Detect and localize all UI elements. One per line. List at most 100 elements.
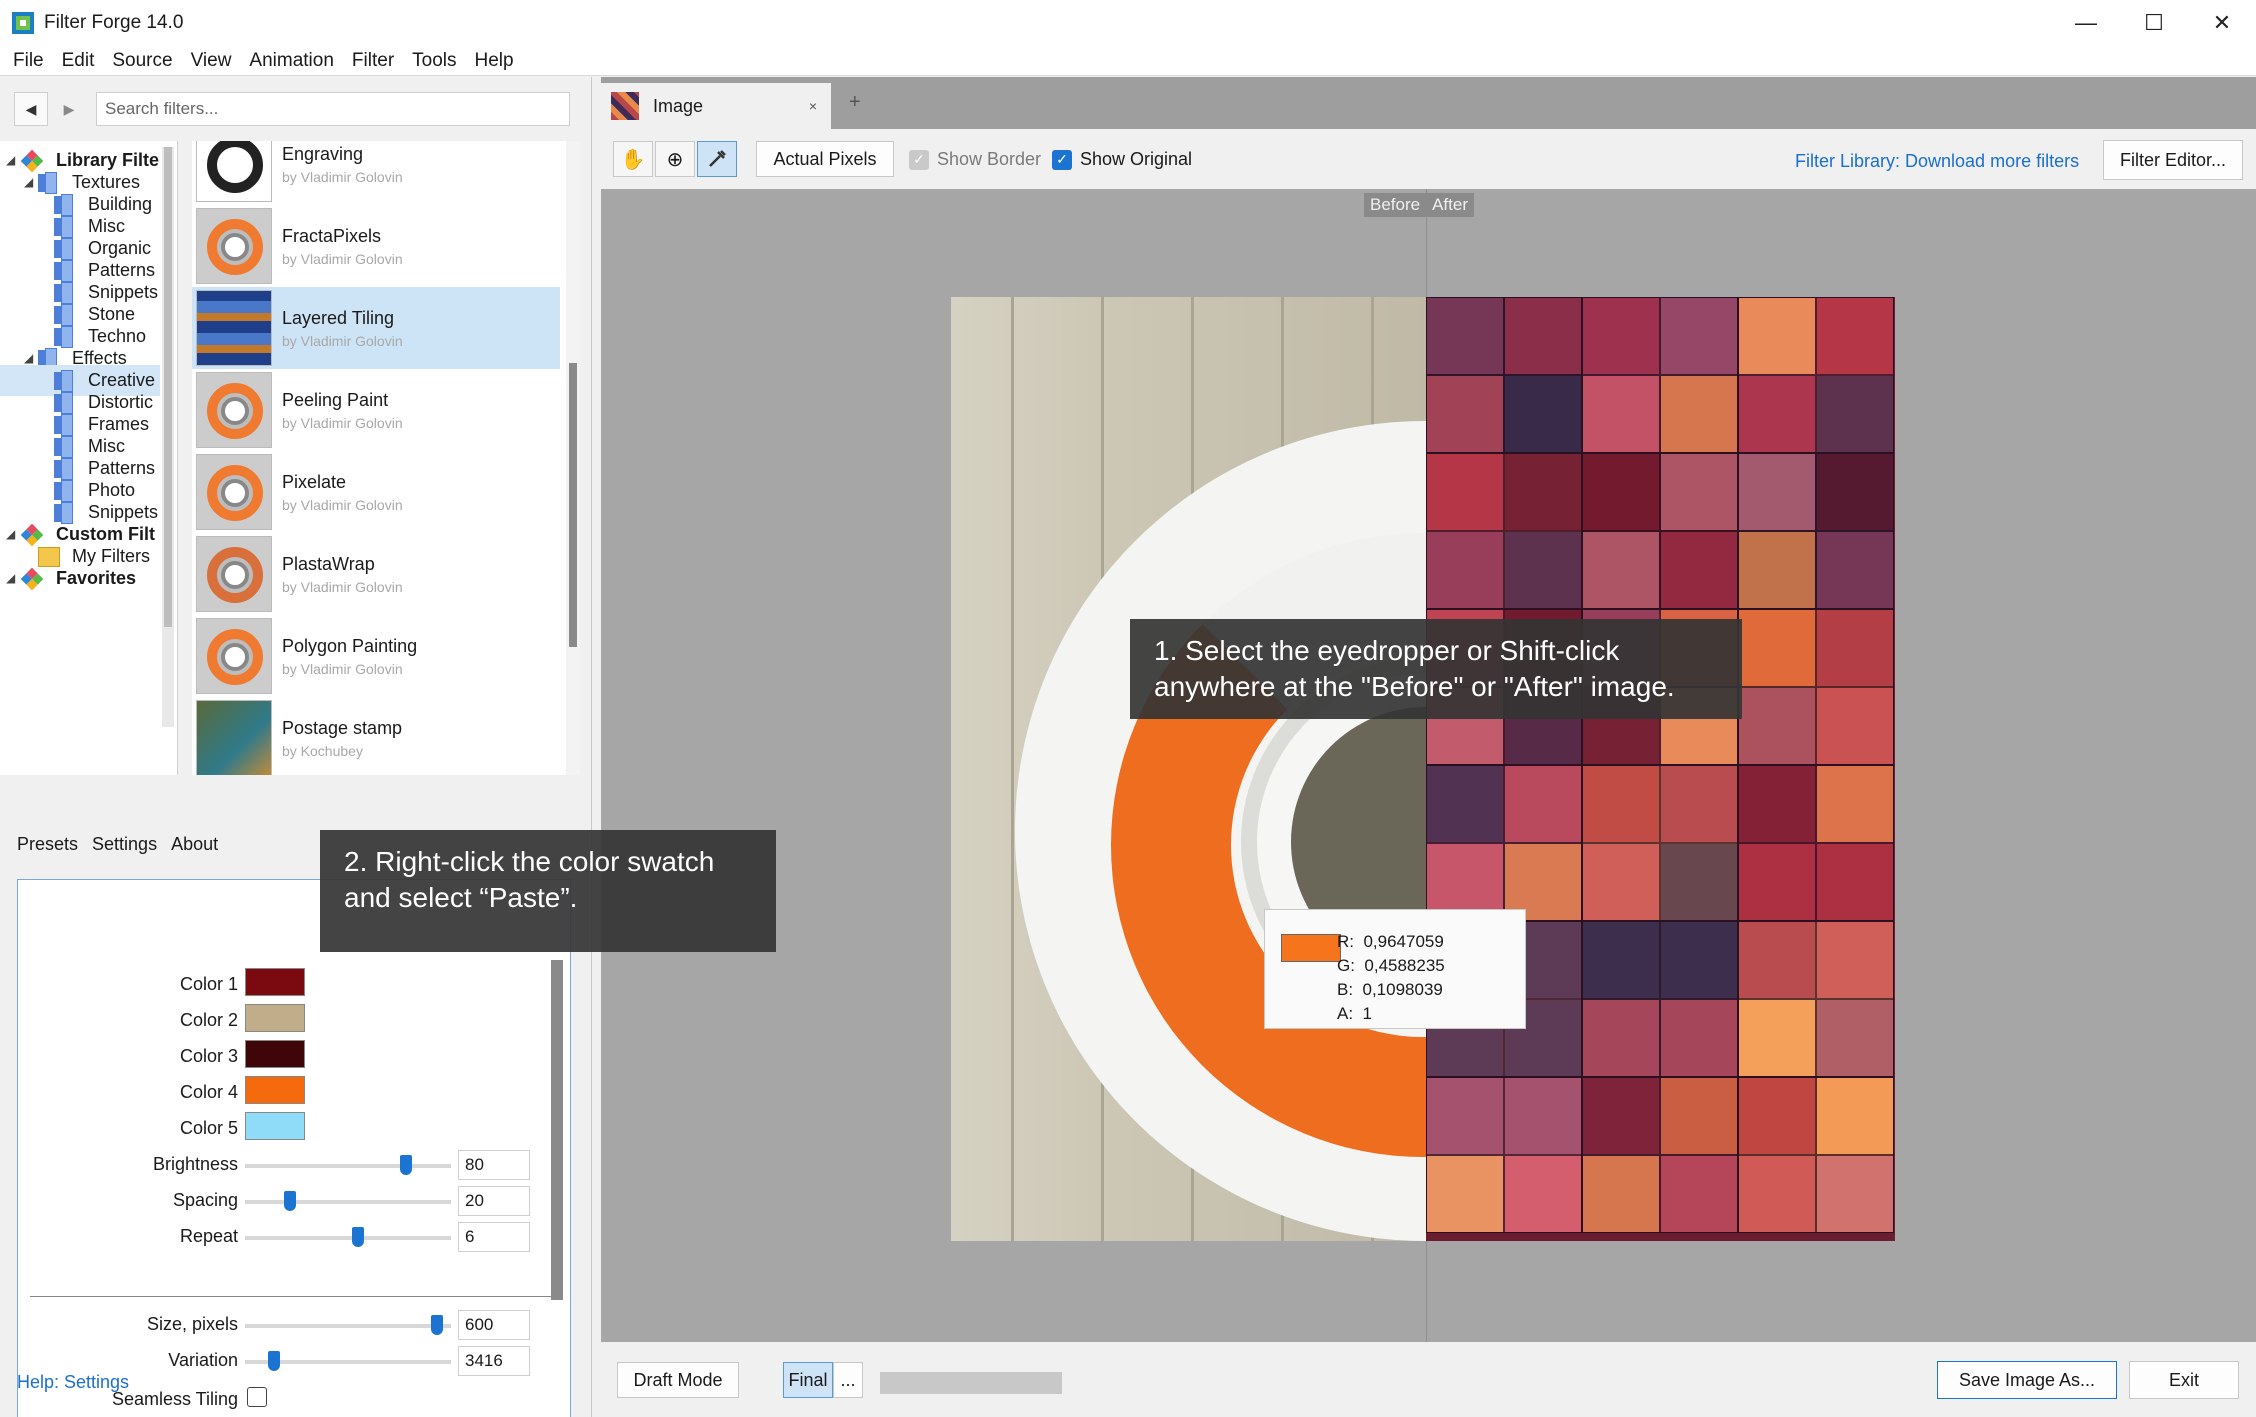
variation-slider-thumb[interactable] <box>268 1351 281 1371</box>
back-button[interactable]: ◀ <box>14 92 48 126</box>
menu-source[interactable]: Source <box>103 50 181 72</box>
after-subtile <box>1816 1077 1894 1155</box>
menu-edit[interactable]: Edit <box>53 50 104 72</box>
close-button[interactable]: ✕ <box>2188 0 2256 46</box>
after-subtile <box>1582 375 1660 453</box>
color2-swatch[interactable] <box>245 1004 305 1032</box>
preview-canvas[interactable]: Before After 1. Select the eyedropper or… <box>601 189 2256 1342</box>
save-image-button[interactable]: Save Image As... <box>1937 1361 2117 1399</box>
variation-input[interactable]: 3416 <box>458 1346 530 1376</box>
tab-image[interactable]: Image × <box>601 83 831 129</box>
after-subtile <box>1816 687 1894 765</box>
show-border-toggle[interactable]: ✓ Show Border <box>909 149 1041 170</box>
color3-swatch[interactable] <box>245 1040 305 1068</box>
brightness-slider-thumb[interactable] <box>400 1155 413 1175</box>
filter-nav: ◀ ▶ Search filters... <box>14 91 570 127</box>
repeat-input[interactable]: 6 <box>458 1222 530 1252</box>
search-input[interactable]: Search filters... <box>96 92 570 126</box>
size-slider[interactable] <box>245 1315 451 1335</box>
hand-tool-icon[interactable]: ✋ <box>613 141 653 177</box>
after-subtile <box>1738 687 1816 765</box>
after-subtile <box>1504 453 1582 531</box>
tab-presets[interactable]: Presets <box>17 834 78 855</box>
exit-button[interactable]: Exit <box>2129 1361 2239 1399</box>
after-subtile <box>1660 843 1738 921</box>
alpha-value: A: 1 <box>1337 1004 1372 1023</box>
color4-swatch[interactable] <box>245 1076 305 1104</box>
forward-button[interactable]: ▶ <box>52 92 86 126</box>
filter-item-engraving[interactable]: Engraving by Vladimir Golovin <box>192 141 560 205</box>
render-progress-bar <box>880 1372 1062 1394</box>
filter-item-peeling-paint[interactable]: Peeling Paint by Vladimir Golovin <box>192 369 560 451</box>
after-subtile <box>1426 531 1504 609</box>
size-slider-thumb[interactable] <box>431 1315 444 1335</box>
repeat-slider[interactable] <box>245 1227 451 1247</box>
menu-view[interactable]: View <box>182 50 241 72</box>
menu-filter[interactable]: Filter <box>343 50 403 72</box>
filter-item-fractapixels[interactable]: FractaPixels by Vladimir Golovin <box>192 205 560 287</box>
filter-item-postage-stamp[interactable]: Postage stamp by Kochubey <box>192 697 560 775</box>
menu-animation[interactable]: Animation <box>240 50 343 72</box>
collapse-icon[interactable]: ◢ <box>6 527 15 541</box>
after-subtile <box>1738 921 1816 999</box>
spacing-slider-thumb[interactable] <box>283 1191 296 1211</box>
menu-file[interactable]: File <box>4 50 53 72</box>
size-input[interactable]: 600 <box>458 1310 530 1340</box>
tab-settings[interactable]: Settings <box>92 834 157 855</box>
show-original-toggle[interactable]: ✓ Show Original <box>1052 149 1192 170</box>
settings-scrollbar[interactable] <box>551 960 563 1300</box>
seamless-tiling-checkbox[interactable] <box>247 1387 267 1407</box>
filter-list-scrollbar[interactable] <box>566 141 580 775</box>
brightness-input[interactable]: 80 <box>458 1150 530 1180</box>
new-tab-icon[interactable]: + <box>849 91 861 114</box>
menu-tools[interactable]: Tools <box>403 50 465 72</box>
color1-swatch[interactable] <box>245 968 305 996</box>
tab-close-icon[interactable]: × <box>809 98 817 114</box>
minimize-button[interactable]: — <box>2052 0 2120 46</box>
spacing-slider[interactable] <box>245 1191 451 1211</box>
color-readout-tooltip: R: 0,9647059 G: 0,4588235 B: 0,1098039 A… <box>1264 909 1526 1029</box>
before-label: Before <box>1370 195 1421 214</box>
variation-slider[interactable] <box>245 1351 451 1371</box>
eyedropper-tool-icon[interactable] <box>697 141 737 177</box>
settings-panel: Color 1 Color 2 Color 3 Color 4 Color 5 … <box>17 879 571 1417</box>
after-subtile <box>1582 297 1660 375</box>
repeat-slider-thumb[interactable] <box>351 1227 364 1247</box>
collapse-icon[interactable]: ◢ <box>24 351 33 365</box>
zoom-tool-icon[interactable]: ⊕ <box>655 141 695 177</box>
collapse-icon[interactable]: ◢ <box>24 175 33 189</box>
tree-scrollbar[interactable] <box>162 147 174 727</box>
more-options-button[interactable]: ... <box>833 1362 863 1398</box>
show-border-checkbox[interactable]: ✓ <box>909 149 929 170</box>
after-subtile <box>1660 999 1738 1077</box>
preview-image[interactable] <box>951 297 1895 1241</box>
menu-help[interactable]: Help <box>466 50 523 72</box>
show-original-checkbox[interactable]: ✓ <box>1052 149 1072 170</box>
filter-thumbnail <box>196 208 272 284</box>
after-subtile <box>1816 1155 1894 1233</box>
filter-library-link[interactable]: Filter Library: Download more filters <box>1795 151 2079 172</box>
filter-item-layered-tiling[interactable]: Layered Tiling by Vladimir Golovin <box>192 287 560 369</box>
filter-item-pixelate[interactable]: Pixelate by Vladimir Golovin <box>192 451 560 533</box>
final-button[interactable]: Final <box>783 1362 833 1398</box>
after-subtile <box>1504 375 1582 453</box>
filter-editor-button[interactable]: Filter Editor... <box>2103 140 2243 180</box>
left-panel: ◀ ▶ Search filters... ◢ Library Filte ◢ … <box>0 77 592 1417</box>
after-subtile <box>1816 843 1894 921</box>
collapse-icon[interactable]: ◢ <box>6 153 15 167</box>
filter-item-polygon-painting[interactable]: Polygon Painting by Vladimir Golovin <box>192 615 560 697</box>
tree-favorites[interactable]: Favorites <box>20 563 136 594</box>
tab-about[interactable]: About <box>171 834 218 855</box>
draft-mode-button[interactable]: Draft Mode <box>617 1362 739 1398</box>
after-subtile <box>1816 297 1894 375</box>
maximize-button[interactable]: ☐ <box>2120 0 2188 46</box>
after-subtile <box>1504 531 1582 609</box>
spacing-input[interactable]: 20 <box>458 1186 530 1216</box>
collapse-icon[interactable]: ◢ <box>6 571 15 585</box>
brightness-slider[interactable] <box>245 1155 451 1175</box>
filter-item-plastawrap[interactable]: PlastaWrap by Vladimir Golovin <box>192 533 560 615</box>
help-settings-link[interactable]: Help: Settings <box>17 1372 129 1393</box>
color5-swatch[interactable] <box>245 1112 305 1140</box>
actual-pixels-button[interactable]: Actual Pixels <box>756 141 894 177</box>
filter-list: Engraving by Vladimir Golovin FractaPixel… <box>192 141 570 775</box>
